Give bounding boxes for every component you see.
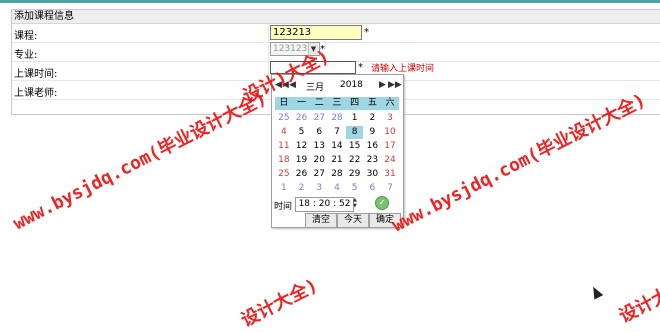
watermark-text: 设计大: [615, 284, 660, 328]
calendar-day[interactable]: 5: [293, 126, 311, 139]
course-input[interactable]: 123213: [270, 25, 362, 40]
calendar-day[interactable]: 4: [275, 126, 293, 139]
clear-button[interactable]: 清空: [305, 213, 337, 228]
calendar-day[interactable]: 25: [275, 112, 293, 125]
calendar-day[interactable]: 9: [364, 126, 382, 139]
calendar-day[interactable]: 4: [328, 182, 346, 195]
calendar-day[interactable]: 28: [328, 168, 346, 181]
time-spinner[interactable]: ▲ ▼: [353, 197, 358, 210]
course-label: 课程:: [14, 31, 38, 42]
calendar-day[interactable]: 14: [328, 140, 346, 153]
calendar-day[interactable]: 17: [381, 140, 399, 153]
calendar-day[interactable]: 2: [364, 112, 382, 125]
calendar-day[interactable]: 8: [345, 126, 364, 139]
calendar-day[interactable]: 19: [293, 154, 311, 167]
calendar-day[interactable]: 3: [310, 182, 328, 195]
today-button[interactable]: 今天: [337, 213, 369, 228]
calendar-day[interactable]: 7: [381, 182, 399, 195]
calendar-day[interactable]: 1: [346, 112, 364, 125]
time-hint: 请输入上课时间: [371, 64, 435, 74]
time-field[interactable]: 18 : 20 : 52: [295, 197, 354, 212]
calendar-day[interactable]: 15: [346, 140, 364, 153]
confirm-check-icon[interactable]: ✓: [375, 196, 389, 210]
calendar-day[interactable]: 2: [293, 182, 311, 195]
major-row: 专业:: [12, 43, 660, 62]
calendar-day[interactable]: 20: [310, 154, 328, 167]
next-month-icon[interactable]: ▶: [379, 80, 386, 90]
time-label-picker: 时间: [274, 202, 293, 212]
calendar-day[interactable]: 16: [364, 140, 382, 153]
next-year-icon[interactable]: ▶▶: [388, 80, 402, 90]
teacher-label: 上课老师:: [14, 88, 58, 99]
calendar-day[interactable]: 25: [275, 168, 293, 181]
date-picker: ◀◀ ◀ 三月 2018 ▶ ▶▶ 日一二三四五六 25 26 27 28 1 2 3 4 5 6…: [271, 74, 404, 228]
calendar-day[interactable]: 26: [293, 112, 311, 125]
time-label: 上课时间:: [14, 69, 58, 80]
top-accent-bar: [0, 0, 660, 3]
panel-title: 添加课程信息: [12, 10, 660, 24]
calendar-day[interactable]: 27: [310, 168, 328, 181]
calendar-day[interactable]: 12: [293, 140, 311, 153]
weekday-label: 四: [350, 98, 360, 108]
weekday-label: 六: [385, 98, 395, 108]
major-label: 专业:: [14, 50, 38, 61]
weekday-label: 日: [279, 98, 289, 108]
mouse-cursor-icon: [588, 284, 604, 300]
weekday-label: 五: [367, 98, 377, 108]
calendar-day[interactable]: 30: [364, 168, 382, 181]
calendar-day[interactable]: 6: [310, 126, 328, 139]
calendar-day[interactable]: 21: [328, 154, 346, 167]
calendar-day[interactable]: 28: [328, 112, 346, 125]
calendar-day[interactable]: 24: [381, 154, 399, 167]
calendar-day[interactable]: 27: [310, 112, 328, 125]
month-label[interactable]: 三月: [306, 80, 324, 93]
calendar-day[interactable]: 29: [346, 168, 364, 181]
year-label[interactable]: 2018: [340, 80, 363, 90]
weekday-label: 一: [297, 98, 307, 108]
calendar-day[interactable]: 13: [310, 140, 328, 153]
watermark-text: 设计大全): [237, 274, 322, 332]
calendar-day[interactable]: 23: [364, 154, 382, 167]
calendar-day[interactable]: 5: [346, 182, 364, 195]
calendar-day[interactable]: 31: [381, 168, 399, 181]
calendar-day[interactable]: 22: [346, 154, 364, 167]
calendar-day[interactable]: 11: [275, 140, 293, 153]
calendar-day[interactable]: 6: [364, 182, 382, 195]
weekday-label: 二: [314, 98, 324, 108]
calendar-day[interactable]: 3: [381, 112, 399, 125]
time-required-mark: *: [358, 62, 363, 73]
calendar-day[interactable]: 7: [328, 126, 346, 139]
calendar-day[interactable]: 18: [275, 154, 293, 167]
calendar-day[interactable]: 10: [381, 126, 399, 139]
calendar-day[interactable]: 26: [293, 168, 311, 181]
weekday-header: 日一二三四五六: [275, 97, 399, 110]
calendar-day[interactable]: 1: [275, 182, 293, 195]
course-required-mark: *: [364, 27, 369, 38]
weekday-label: 三: [332, 98, 342, 108]
